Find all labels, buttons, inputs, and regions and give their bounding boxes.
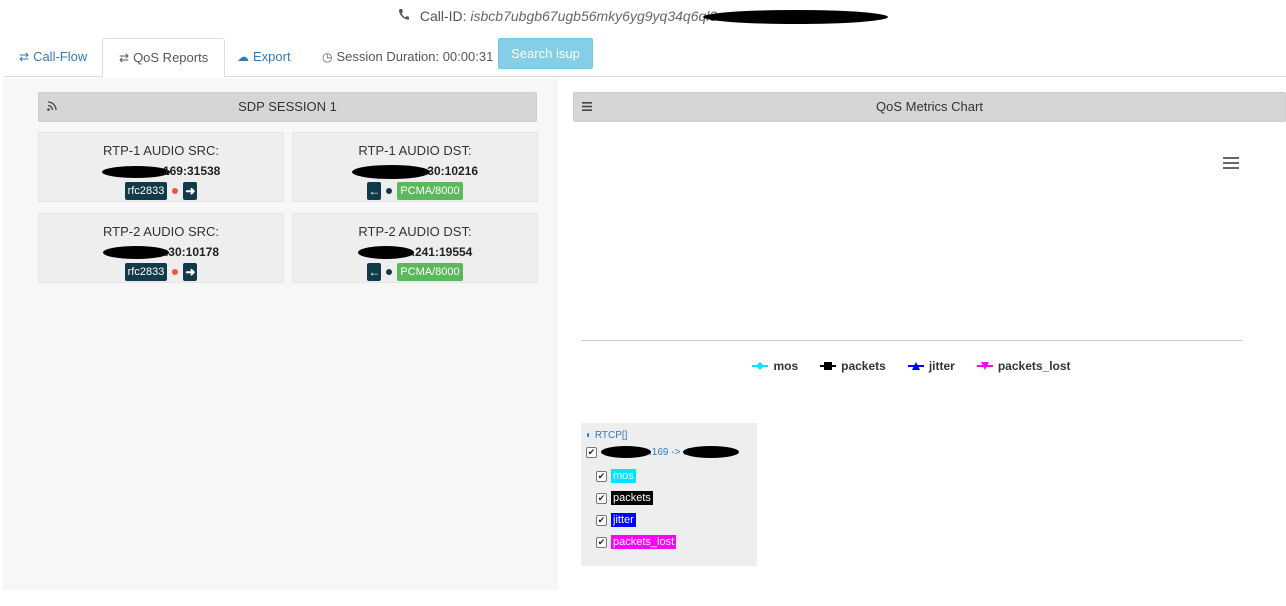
flow-checkbox[interactable]: ✔ [586,447,597,458]
redaction-mark [703,10,889,25]
mos-checkbox[interactable]: ✔ [596,470,607,482]
redaction-mark [102,246,169,260]
exchange-icon: ⇄ [19,50,30,64]
redaction-mark [351,164,430,179]
rss-icon [47,93,57,121]
codec-badge: PCMA/8000 [397,182,463,200]
legend-item-jitter[interactable]: jitter [907,359,955,373]
search-isup-button[interactable]: Search isup [498,38,593,69]
legend-item-mos[interactable]: mos [752,359,798,373]
legend-symbol [907,361,924,371]
sdp-panel: SDP SESSION 1 RTP-1 AUDIO SRC: .169:3153… [3,78,558,590]
card-address: .30:10178 [39,243,283,261]
status-dot [386,188,393,194]
series-tag: packets [611,491,653,505]
packets-checkbox[interactable]: ✔ [596,492,607,504]
status-dot [172,188,179,194]
legend-symbol [976,361,993,371]
chart-menu-icon[interactable] [1223,157,1239,171]
card-address: .169:31538 [39,162,283,180]
series-tag: jitter [611,513,636,527]
rtcp-tree: ◐ RTCP[] ✔ .169 -> .30 ✔ mos ✔ packets ✔… [581,423,757,566]
session-duration: ◷ Session Duration: 00:00:31 [306,38,509,77]
tab-export[interactable]: ☁ Export [221,38,307,77]
card-title: RTP-1 AUDIO DST: [358,143,472,158]
arrow-left-icon: ← [367,182,382,200]
call-id-header: Call-ID: isbcb7ubgb67ugb56mky6yg9yq34q6q… [0,0,1286,32]
tab-qos-reports[interactable]: ⇄ QoS Reports [102,38,226,77]
chart-x-axis [581,340,1242,341]
legend-symbol [820,361,837,371]
card-address: .241:19554 [293,243,537,261]
codec-badge: PCMA/8000 [397,263,463,281]
rtp2-src-card: RTP-2 AUDIO SRC: .30:10178 rfc2833 ➜ [38,213,284,283]
jitter-checkbox[interactable]: ✔ [596,514,607,526]
card-address: .30:10216 [293,162,537,180]
clock-icon: ◷ [322,50,333,64]
packets-lost-checkbox[interactable]: ✔ [596,536,607,548]
cloud-icon: ☁ [237,50,249,64]
qos-chart-header[interactable]: QoS Metrics Chart [573,92,1286,122]
series-tag: packets_lost [611,535,677,549]
rtp1-dst-card: RTP-1 AUDIO DST: .30:10216 ← PCMA/8000 [292,132,538,202]
redaction-mark [357,246,414,260]
status-dot [386,269,393,275]
rtp2-dst-card: RTP-2 AUDIO DST: .241:19554 ← PCMA/8000 [292,213,538,283]
redaction-mark [601,446,651,458]
tree-item-jitter: ✔ jitter [596,513,636,527]
qos-chart-title: QoS Metrics Chart [876,99,983,114]
codec-badge: rfc2833 [124,263,168,281]
series-tag: mos [611,469,636,483]
card-title: RTP-1 AUDIO SRC: [102,143,220,158]
arrow-right-icon: ➜ [183,182,198,200]
arrow-left-icon: ← [367,263,382,281]
call-id-label: Call-ID: [419,8,467,24]
tree-flow-row: ✔ .169 -> .30 [586,446,739,458]
card-title: RTP-2 AUDIO SRC: [102,224,220,239]
legend-item-packets-lost[interactable]: packets_lost [976,359,1071,373]
rtp1-src-card: RTP-1 AUDIO SRC: .169:31538 rfc2833 ➜ [38,132,284,202]
call-id-value: isbcb7ubgb67ugb56mky6yg9yq34q6ql3 [470,8,718,24]
tab-bar: ⇄ Call-Flow ⇄ QoS Reports ☁ Export ◷ Session… [3,38,1286,77]
status-dot [172,269,179,275]
tab-call-flow[interactable]: ⇄ Call-Flow [3,38,103,77]
legend-item-packets[interactable]: packets [820,359,886,373]
tree-item-packets-lost: ✔ packets_lost [596,535,677,549]
tree-root[interactable]: ◐ RTCP[] [586,430,627,441]
codec-badge: rfc2833 [124,182,168,200]
sdp-session-header[interactable]: SDP SESSION 1 [38,92,537,122]
tree-item-packets: ✔ packets [596,491,653,505]
chart-legend: mos packets jitter packets_lost [581,359,1242,373]
arrow-right-icon: ➜ [183,263,198,281]
list-icon [582,93,592,121]
redaction-mark [683,446,739,458]
tree-item-mos: ✔ mos [596,469,636,483]
sdp-session-title: SDP SESSION 1 [238,99,337,114]
phone-icon [398,0,410,32]
exchange-icon: ⇄ [119,51,130,65]
legend-symbol [752,361,769,371]
toggle-icon: ◐ [586,430,593,441]
card-title: RTP-2 AUDIO DST: [358,224,472,239]
